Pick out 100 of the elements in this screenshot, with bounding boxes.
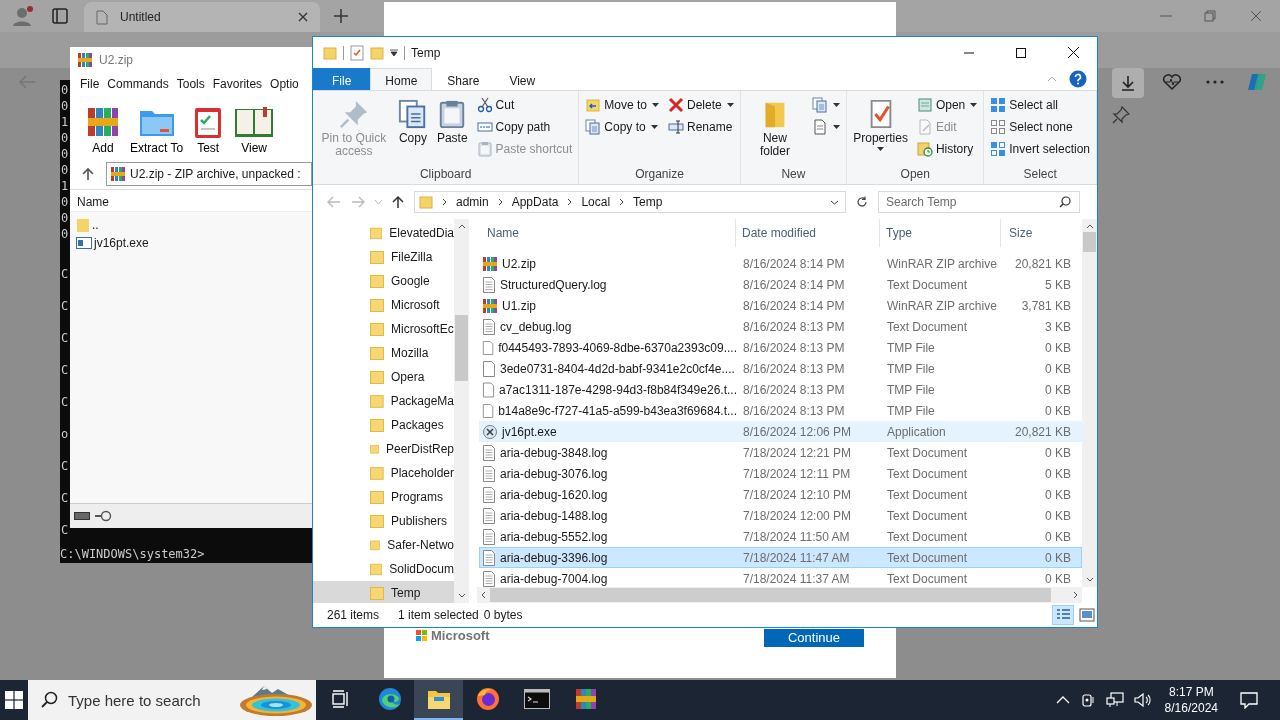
ribbon-button[interactable]: New folder bbox=[743, 94, 807, 160]
device-icon[interactable] bbox=[1079, 692, 1096, 708]
ribbon-button[interactable]: History bbox=[913, 138, 981, 160]
file-row[interactable]: aria-debug-3396.log 7/18/2024 11:47 AM Text Document 0 KB bbox=[479, 547, 1082, 568]
scroll-thumb[interactable] bbox=[455, 315, 468, 381]
address-field[interactable]: U2.zip - ZIP archive, unpacked : bbox=[106, 162, 312, 186]
folder-tree-item[interactable]: Google bbox=[313, 269, 454, 293]
maximize-icon[interactable] bbox=[1016, 47, 1026, 58]
ribbon-button[interactable]: Copy bbox=[394, 94, 431, 147]
ribbon-button[interactable]: Delete bbox=[665, 94, 737, 116]
close-icon[interactable] bbox=[1068, 47, 1079, 58]
file-row[interactable]: StructuredQuery.log 8/16/2024 8:14 PM Text Document 5 KB bbox=[479, 274, 1082, 295]
menu-item[interactable]: Commands bbox=[103, 77, 173, 91]
ribbon-tab[interactable]: Share bbox=[432, 68, 495, 90]
scroll-down-icon[interactable] bbox=[457, 593, 466, 598]
folder-tree-item[interactable]: Temp bbox=[313, 581, 454, 603]
file-row[interactable]: aria-debug-7004.log 7/18/2024 11:37 AM Text Document 0 KB bbox=[479, 568, 1082, 587]
menu-item[interactable]: Optio bbox=[266, 77, 303, 91]
ribbon-button[interactable]: Copy to bbox=[582, 116, 662, 138]
menu-item[interactable]: Tools bbox=[172, 77, 209, 91]
column-header[interactable]: Date modified bbox=[736, 219, 880, 247]
chevron-icon[interactable] bbox=[619, 198, 625, 206]
help-icon[interactable] bbox=[1069, 70, 1087, 88]
browser-tab[interactable]: Untitled bbox=[84, 2, 320, 32]
up-arrow-icon[interactable] bbox=[392, 195, 404, 209]
search-field[interactable]: Search Temp bbox=[879, 194, 1059, 210]
ribbon-button[interactable]: Open bbox=[913, 94, 981, 116]
breadcrumb[interactable]: AppData bbox=[511, 195, 559, 209]
chevron-icon[interactable] bbox=[497, 198, 503, 206]
ribbon-tab[interactable]: View bbox=[494, 68, 551, 90]
file-row[interactable]: jv16pt.exe 8/16/2024 12:06 PM Application 20,821 KB bbox=[479, 421, 1082, 442]
column-header[interactable]: Name bbox=[70, 190, 312, 212]
folder-tree-item[interactable]: SolidDocum bbox=[313, 557, 454, 581]
caret-icon[interactable] bbox=[830, 199, 839, 205]
folder-tree-item[interactable]: Packages bbox=[313, 413, 454, 437]
folder-tree-item[interactable]: Programs bbox=[313, 485, 454, 509]
heart-icon[interactable] bbox=[1162, 73, 1182, 91]
folder-tree-item[interactable]: Safer-Netwo bbox=[313, 533, 454, 557]
ribbon-button[interactable]: Move to bbox=[582, 94, 662, 116]
toolbar-button[interactable]: Extract To bbox=[126, 105, 188, 155]
folder-tree-item[interactable]: Placeholder bbox=[313, 461, 454, 485]
continue-button[interactable]: Continue bbox=[764, 629, 864, 647]
file-row[interactable]: cv_debug.log 8/16/2024 8:13 PM Text Document 3 KB bbox=[479, 316, 1082, 337]
folder-tree-item[interactable]: Microsoft bbox=[313, 293, 454, 317]
folder-tree-item[interactable]: Opera bbox=[313, 365, 454, 389]
folder-tree-item[interactable]: FileZilla bbox=[313, 245, 454, 269]
search-box[interactable]: Type here to search bbox=[28, 680, 316, 720]
chevron-icon[interactable] bbox=[567, 198, 573, 206]
more-icon[interactable] bbox=[1206, 80, 1224, 84]
network-icon[interactable] bbox=[1105, 692, 1124, 708]
ribbon-button[interactable]: Rename bbox=[665, 116, 737, 138]
taskbar-button[interactable] bbox=[414, 680, 463, 720]
start-icon[interactable] bbox=[5, 691, 23, 709]
scroll-up-icon[interactable] bbox=[1085, 224, 1094, 229]
file-row[interactable]: aria-debug-1488.log 7/18/2024 12:00 PM Text Document 0 KB bbox=[479, 505, 1082, 526]
folder-tree-item[interactable]: PackageMa bbox=[313, 389, 454, 413]
scroll-right-icon[interactable] bbox=[1073, 591, 1078, 599]
thumbnail-view-icon[interactable] bbox=[1079, 608, 1095, 622]
search-field[interactable]: Type here to search bbox=[66, 690, 230, 710]
menu-item[interactable]: Favorites bbox=[208, 77, 267, 91]
file-row[interactable]: U2.zip 8/16/2024 8:14 PM WinRAR ZIP archive 20,821 KB bbox=[479, 253, 1082, 274]
breadcrumb[interactable]: Local bbox=[581, 195, 611, 209]
column-header[interactable]: Name bbox=[479, 219, 736, 247]
up-arrow-icon[interactable] bbox=[82, 167, 94, 181]
ribbon-button[interactable]: Cut bbox=[473, 94, 576, 116]
details-view-icon[interactable] bbox=[1052, 605, 1074, 625]
toolbar-button[interactable]: View bbox=[229, 105, 280, 155]
ribbon-button[interactable]: Invert selection bbox=[987, 138, 1093, 160]
ribbon-button[interactable]: Select all bbox=[987, 94, 1093, 116]
file-row[interactable]: 3ede0731-8404-4d2d-babf-9341e2c0cf4e.... 8/16/2024 8:13 PM TMP File 0 KB bbox=[479, 358, 1082, 379]
ribbon-tab[interactable]: File bbox=[313, 68, 371, 90]
search-box[interactable]: Search Temp bbox=[878, 191, 1080, 213]
column-header[interactable]: Type bbox=[880, 219, 1001, 247]
ribbon-button[interactable]: Properties bbox=[850, 94, 911, 153]
menu-item[interactable]: File bbox=[76, 77, 104, 91]
toolbar-button[interactable]: Add bbox=[82, 105, 124, 155]
scroll-thumb[interactable] bbox=[490, 588, 1051, 602]
horizontal-scrollbar[interactable] bbox=[477, 587, 1082, 603]
column-header[interactable]: Size bbox=[1001, 219, 1072, 247]
file-row[interactable]: aria-debug-5552.log 7/18/2024 11:50 AM Text Document 0 KB bbox=[479, 526, 1082, 547]
downloads-button[interactable] bbox=[1112, 68, 1144, 98]
ribbon-button[interactable]: Copy path bbox=[473, 116, 576, 138]
scroll-left-icon[interactable] bbox=[481, 591, 486, 599]
scroll-down-icon[interactable] bbox=[1085, 577, 1094, 582]
folder-tree-item[interactable]: ElevatedDia bbox=[313, 221, 454, 245]
file-row[interactable]: a7ac1311-187e-4298-94d3-f8b84f349e26.t... 8/16/2024 8:13 PM TMP File 0 KB bbox=[479, 379, 1082, 400]
ribbon-tab[interactable]: Home bbox=[370, 68, 433, 90]
chevron-up-icon[interactable] bbox=[1055, 696, 1070, 704]
pin-icon[interactable] bbox=[1112, 106, 1130, 124]
dropdown-icon[interactable] bbox=[390, 48, 398, 57]
file-row[interactable]: b14a8e9c-f727-41a5-a599-b43ea3f69684.t... 8/16/2024 8:13 PM TMP File 0 KB bbox=[479, 400, 1082, 421]
file-row[interactable]: aria-debug-3076.log 7/18/2024 12:11 PM Text Document 0 KB bbox=[479, 463, 1082, 484]
file-row[interactable]: aria-debug-3848.log 7/18/2024 12:21 PM Text Document 0 KB bbox=[479, 442, 1082, 463]
new-tab-icon[interactable] bbox=[333, 8, 349, 24]
file-name[interactable]: .. bbox=[92, 218, 99, 232]
properties-icon[interactable] bbox=[350, 44, 364, 61]
refresh-icon[interactable] bbox=[856, 196, 868, 208]
ribbon-button[interactable]: Select none bbox=[987, 116, 1093, 138]
scroll-up-icon[interactable] bbox=[457, 224, 466, 229]
scrollbar[interactable] bbox=[454, 219, 469, 603]
